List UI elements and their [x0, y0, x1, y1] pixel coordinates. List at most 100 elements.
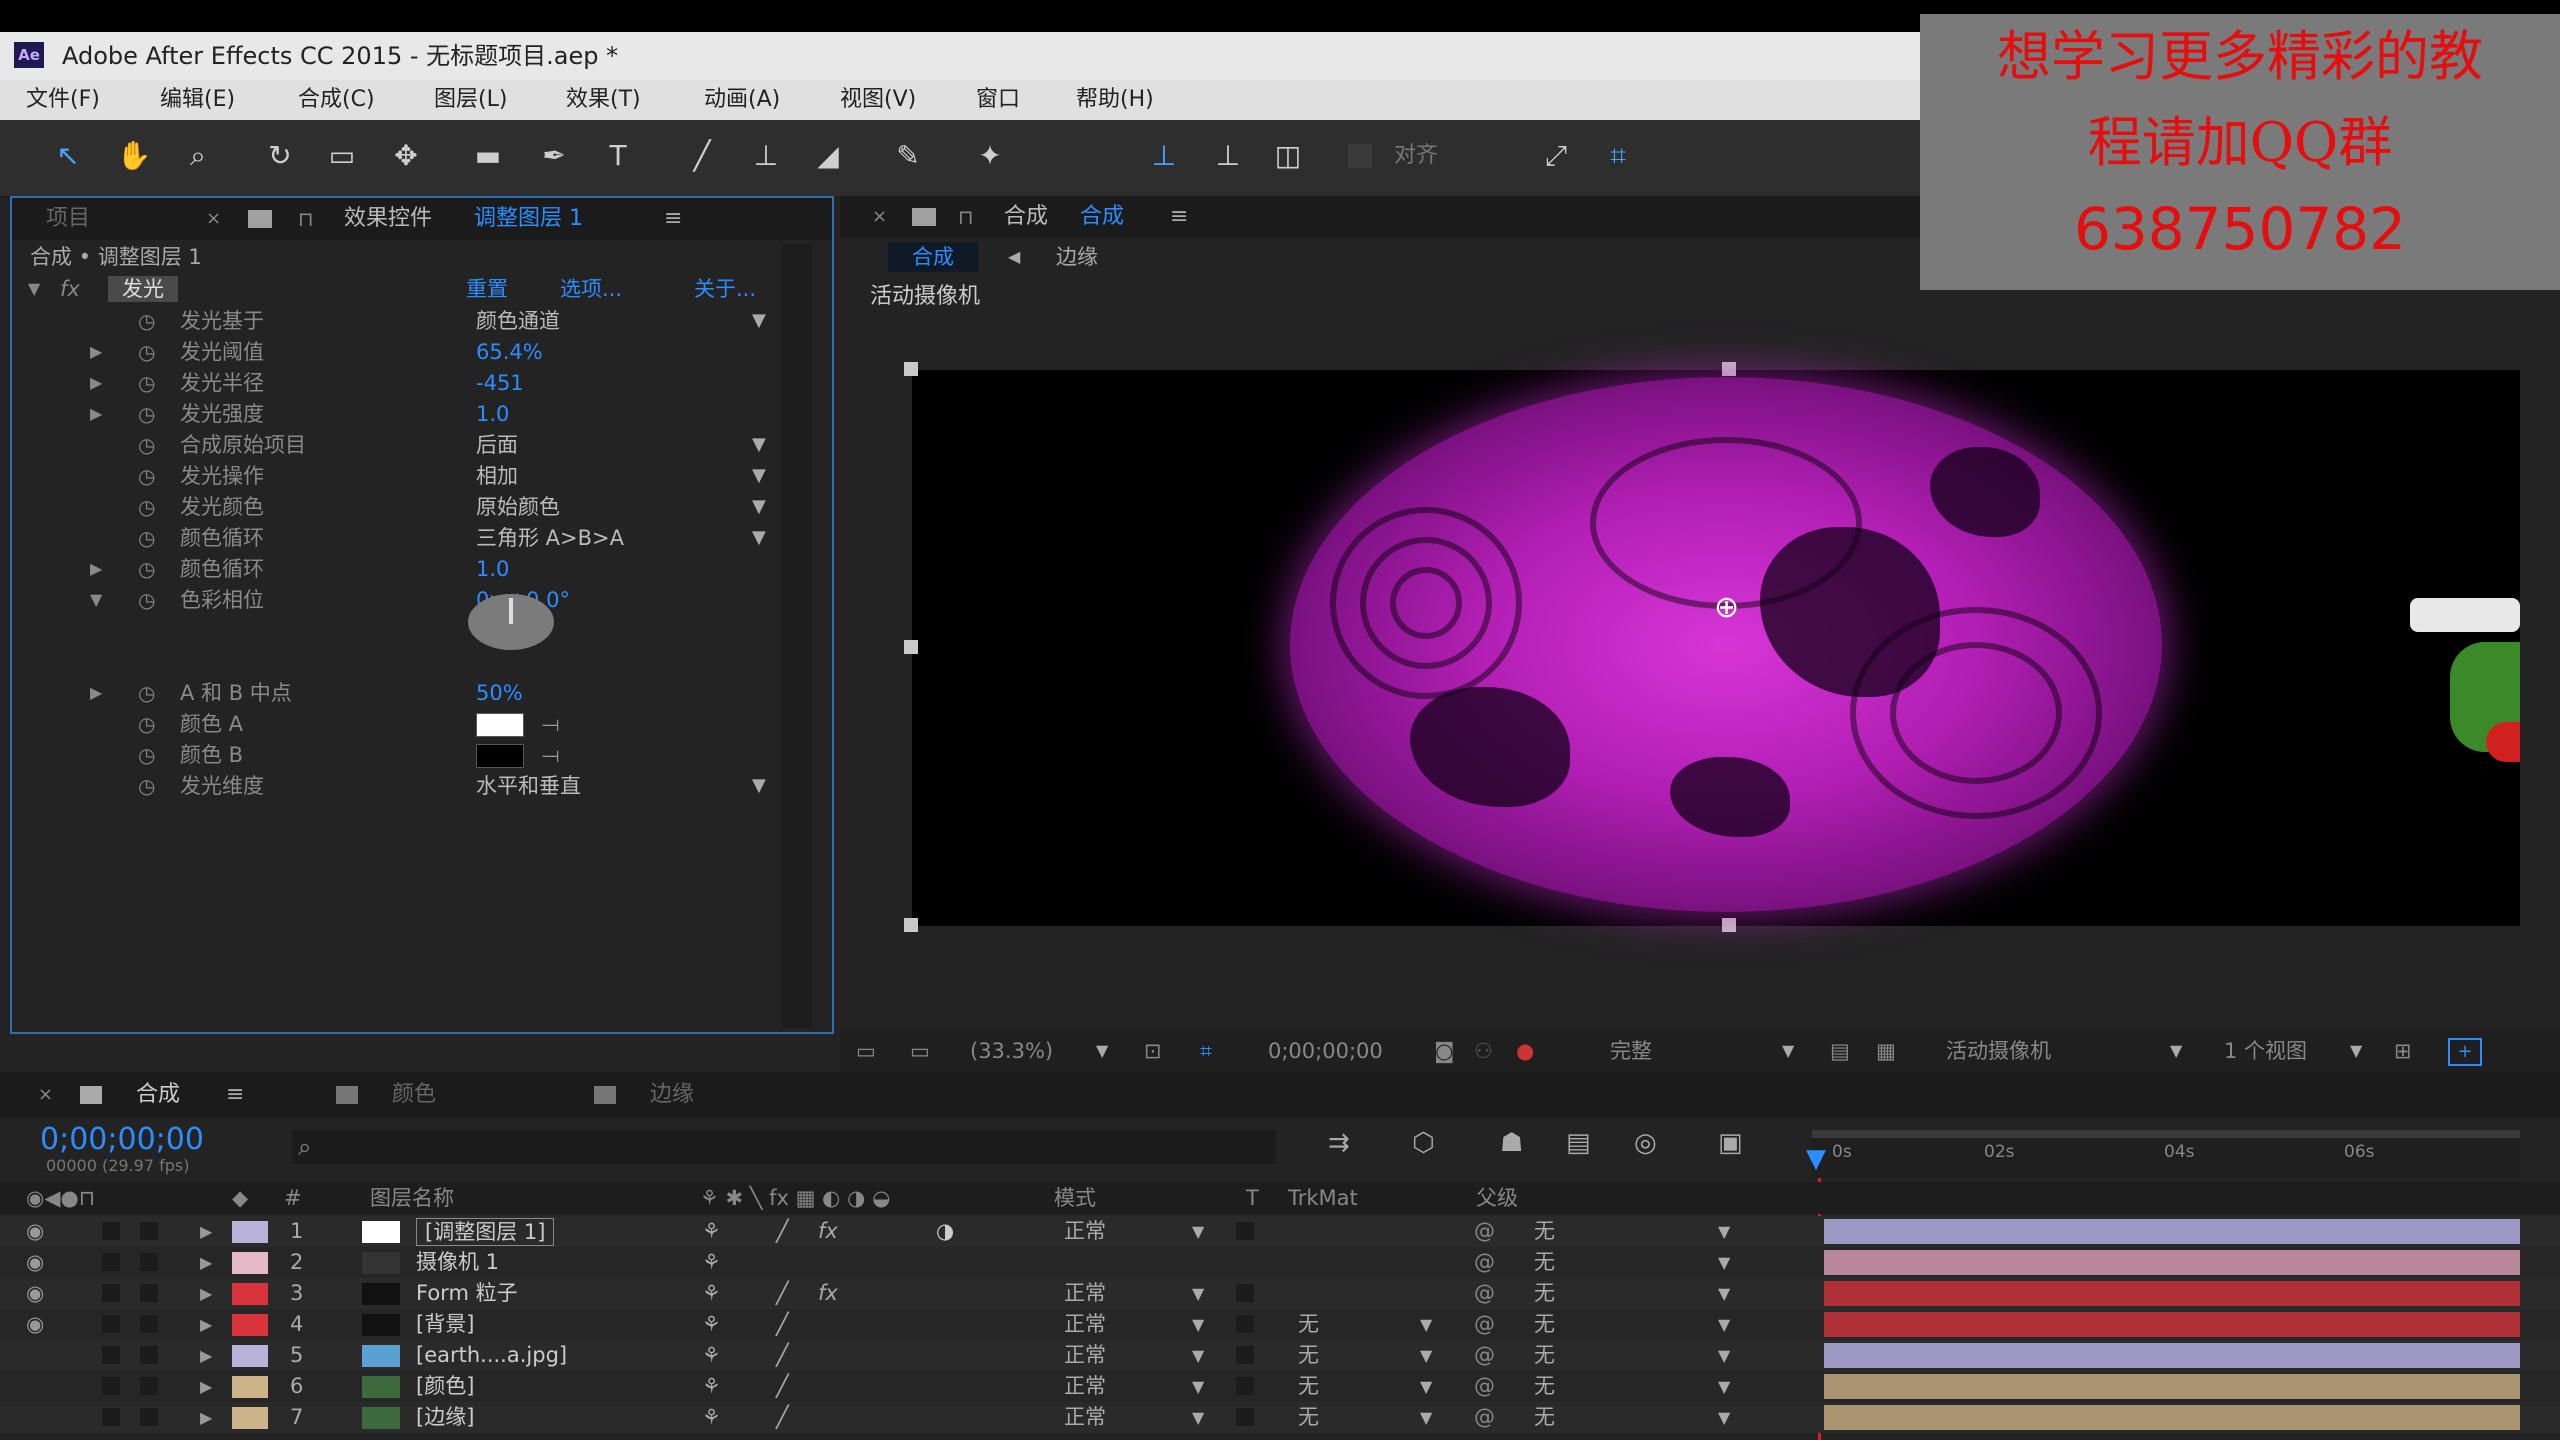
type-tool-icon[interactable]: T	[600, 138, 636, 174]
trkmat-select[interactable]: 无	[1298, 1340, 1319, 1371]
panel-options-icon[interactable]: ≡	[664, 198, 682, 240]
layer-handle-bl[interactable]	[904, 918, 918, 932]
toggle-pixel-icon[interactable]: ⊞	[2394, 1030, 2412, 1072]
expand-triangle-icon[interactable]: ▶	[200, 1278, 212, 1309]
table-row[interactable]: ◉ ▶ 1 [调整图层 1] ⚘ ╱ fx ◑ 正常 ▼ @ 无 ▼	[0, 1216, 2560, 1247]
property-value[interactable]: 50%	[476, 678, 523, 708]
stopwatch-icon[interactable]: ◷	[138, 430, 155, 460]
label-color-swatch[interactable]	[232, 1407, 268, 1429]
lock-toggle[interactable]	[140, 1315, 158, 1333]
rotate-tool-icon[interactable]: ↻	[262, 138, 298, 174]
trkmat-chevron-icon[interactable]: ▼	[1420, 1309, 1432, 1340]
lock-toggle[interactable]	[140, 1222, 158, 1240]
brush-tool-icon[interactable]: ╱	[684, 138, 720, 174]
trkmat-chevron-icon[interactable]: ▼	[1420, 1402, 1432, 1433]
viewer-subtab-edge[interactable]: 边缘	[1056, 242, 1098, 272]
layer-name[interactable]: [背景]	[416, 1311, 474, 1337]
mode-chevron-icon[interactable]: ▼	[1192, 1402, 1204, 1433]
dropdown-chevron-icon[interactable]: ▼	[752, 430, 766, 460]
layer-name[interactable]: [边缘]	[416, 1404, 474, 1430]
local-axis-icon[interactable]: ⊥	[1146, 138, 1182, 174]
monitor-icon[interactable]: ▭	[910, 1030, 930, 1072]
visibility-eye-icon[interactable]: ◉	[26, 1247, 44, 1278]
graph-editor-icon[interactable]: ▣	[1718, 1128, 1743, 1158]
lock-toggle[interactable]	[140, 1284, 158, 1302]
menu-edit[interactable]: 编辑(E)	[160, 80, 235, 120]
work-area-bar[interactable]	[1812, 1130, 2520, 1138]
resolution-chevron-icon[interactable]: ▼	[1782, 1030, 1794, 1072]
solo-toggle[interactable]	[102, 1253, 120, 1271]
parent-select[interactable]: 无	[1534, 1247, 1555, 1278]
table-row[interactable]: ◉ ▶ 3 Form 粒子 ⚘ ╱ fx 正常 ▼ @ 无 ▼	[0, 1278, 2560, 1309]
zoom-tool-icon[interactable]: ⌕	[180, 138, 216, 174]
about-link[interactable]: 关于...	[694, 274, 756, 304]
rectangle-tool-icon[interactable]: ▬	[470, 138, 506, 174]
tab-effect-controls[interactable]: 效果控件	[344, 198, 432, 240]
stopwatch-icon[interactable]: ◷	[138, 337, 155, 367]
quality-switch-icon[interactable]: ╱	[776, 1402, 789, 1433]
expand-triangle-icon[interactable]: ▶	[90, 399, 102, 429]
shy-switch-icon[interactable]: ⚘	[702, 1309, 721, 1340]
color-swatch[interactable]	[476, 744, 524, 768]
mode-chevron-icon[interactable]: ▼	[1192, 1309, 1204, 1340]
table-row[interactable]: ◉ ▶ 4 [背景] ⚘ ╱ 正常 ▼ 无 ▼ @ 无 ▼	[0, 1309, 2560, 1340]
clone-stamp-tool-icon[interactable]: ⊥	[748, 138, 784, 174]
label-color-swatch[interactable]	[232, 1252, 268, 1274]
tab-timeline-comp[interactable]: 合成	[136, 1072, 180, 1118]
property-value[interactable]: 1.0	[476, 554, 509, 584]
pick-whip-icon[interactable]: @	[1474, 1371, 1495, 1402]
solo-toggle[interactable]	[102, 1377, 120, 1395]
layer-name-header[interactable]: 图层名称	[370, 1182, 454, 1214]
expand-triangle-icon[interactable]: ▶	[200, 1247, 212, 1278]
menu-view[interactable]: 视图(V)	[840, 80, 916, 120]
tab-composition[interactable]: 合成	[1004, 196, 1048, 238]
parent-chevron-icon[interactable]: ▼	[1718, 1340, 1730, 1371]
quality-switch-icon[interactable]: ╱	[776, 1371, 789, 1402]
menu-file[interactable]: 文件(F)	[26, 80, 100, 120]
menu-help[interactable]: 帮助(H)	[1076, 80, 1154, 120]
visibility-eye-icon[interactable]: ◉	[26, 1278, 44, 1309]
lock-toggle[interactable]	[140, 1346, 158, 1364]
label-color-swatch[interactable]	[232, 1221, 268, 1243]
anchor-point-icon[interactable]: ⊕	[1714, 590, 1739, 626]
solo-toggle[interactable]	[102, 1346, 120, 1364]
shy-switch-icon[interactable]: ⚘	[702, 1371, 721, 1402]
solo-toggle[interactable]	[102, 1284, 120, 1302]
preserve-transparency-toggle[interactable]	[1236, 1222, 1254, 1240]
stopwatch-icon[interactable]: ◷	[138, 740, 155, 770]
expand-triangle-icon[interactable]: ▶	[90, 678, 102, 708]
lock-toggle[interactable]	[140, 1408, 158, 1426]
snapshot-icon[interactable]: ◙	[1434, 1030, 1454, 1072]
viewer-options-icon[interactable]: ≡	[1170, 196, 1188, 238]
mode-chevron-icon[interactable]: ▼	[1192, 1371, 1204, 1402]
visibility-eye-icon[interactable]: ◉	[26, 1216, 44, 1247]
motion-blur-icon[interactable]: ◎	[1634, 1128, 1657, 1158]
color-phase-dial[interactable]	[468, 594, 554, 650]
mask-visibility-icon[interactable]: ⌗	[1200, 1030, 1212, 1072]
effect-name[interactable]: 发光	[108, 276, 178, 302]
roto-brush-tool-icon[interactable]: ✎	[890, 138, 926, 174]
dropdown-chevron-icon[interactable]: ▼	[752, 306, 766, 336]
parent-chevron-icon[interactable]: ▼	[1718, 1278, 1730, 1309]
parent-select[interactable]: 无	[1534, 1402, 1555, 1433]
panel-scrollbar[interactable]	[782, 244, 812, 1028]
layer-handle-tl[interactable]	[904, 362, 918, 376]
pan-behind-tool-icon[interactable]: ✥	[388, 138, 424, 174]
layer-duration-bar[interactable]	[1824, 1374, 2520, 1399]
trkmat-select[interactable]: 无	[1298, 1309, 1319, 1340]
shy-switch-icon[interactable]: ⚘	[702, 1402, 721, 1433]
dropdown-chevron-icon[interactable]: ▼	[752, 523, 766, 553]
pick-whip-icon[interactable]: @	[1474, 1247, 1495, 1278]
stopwatch-icon[interactable]: ◷	[138, 399, 155, 429]
stopwatch-icon[interactable]: ◷	[138, 554, 155, 584]
preserve-transparency-toggle[interactable]	[1236, 1408, 1254, 1426]
view-axis-icon[interactable]: ◫	[1270, 138, 1306, 174]
pen-tool-icon[interactable]: ✒	[536, 138, 572, 174]
timeline-options-icon[interactable]: ≡	[226, 1072, 244, 1118]
mode-chevron-icon[interactable]: ▼	[1192, 1216, 1204, 1247]
world-axis-icon[interactable]: ⊥	[1210, 138, 1246, 174]
mode-chevron-icon[interactable]: ▼	[1192, 1340, 1204, 1371]
frame-blending-icon[interactable]: ▤	[1566, 1128, 1591, 1158]
dropdown-chevron-icon[interactable]: ▼	[752, 492, 766, 522]
puppet-pin-tool-icon[interactable]: ✦	[972, 138, 1008, 174]
